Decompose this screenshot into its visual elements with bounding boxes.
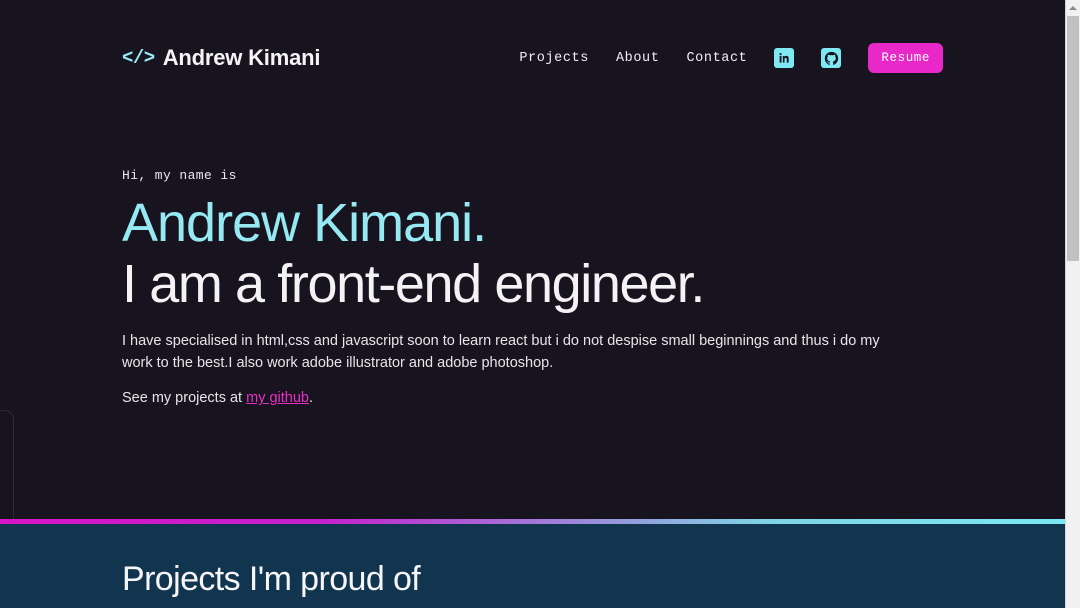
github-icon[interactable]: [821, 48, 842, 68]
nav-link-contact[interactable]: Contact: [686, 51, 747, 66]
page-root: </> Andrew Kimani Projects About Contact: [0, 0, 1080, 608]
hero-section: </> Andrew Kimani Projects About Contact: [0, 0, 1065, 608]
nav-link-about[interactable]: About: [616, 51, 660, 66]
hero-link-suffix: .: [308, 390, 314, 407]
code-brackets-icon: </>: [122, 46, 155, 69]
projects-section: Projects I'm proud of: [0, 524, 1065, 608]
nav-link-projects[interactable]: Projects: [519, 51, 589, 66]
projects-heading: Projects I'm proud of: [122, 560, 421, 598]
github-link[interactable]: my github: [246, 390, 309, 406]
navbar-right-group: Projects About Contact Resume: [519, 43, 943, 73]
hero-name: Andrew Kimani.: [122, 193, 487, 253]
resume-button[interactable]: Resume: [868, 43, 943, 73]
hero-paragraph: I have specialised in html,css and javas…: [122, 333, 880, 371]
chevron-up-icon: [1069, 6, 1077, 10]
linkedin-icon[interactable]: [774, 48, 795, 68]
site-logo[interactable]: </> Andrew Kimani: [122, 45, 320, 71]
hero-github-line: See my projects at my github.: [122, 388, 912, 409]
main-navbar: </> Andrew Kimani Projects About Contact: [0, 0, 1065, 116]
scrollbar-thumb[interactable]: [1067, 16, 1079, 261]
scrollbar-up-button[interactable]: [1066, 0, 1080, 15]
hero-title: I am a front-end engineer.: [122, 254, 705, 315]
hero-content: Hi, my name is Andrew Kimani. I am a fro…: [122, 168, 912, 410]
brand-name: Andrew Kimani: [162, 45, 321, 70]
vertical-scrollbar[interactable]: [1065, 0, 1080, 608]
browser-viewport: </> Andrew Kimani Projects About Contact: [0, 0, 1065, 608]
hero-link-prefix: See my projects at: [122, 390, 247, 407]
hero-greeting: Hi, my name is: [122, 168, 237, 183]
